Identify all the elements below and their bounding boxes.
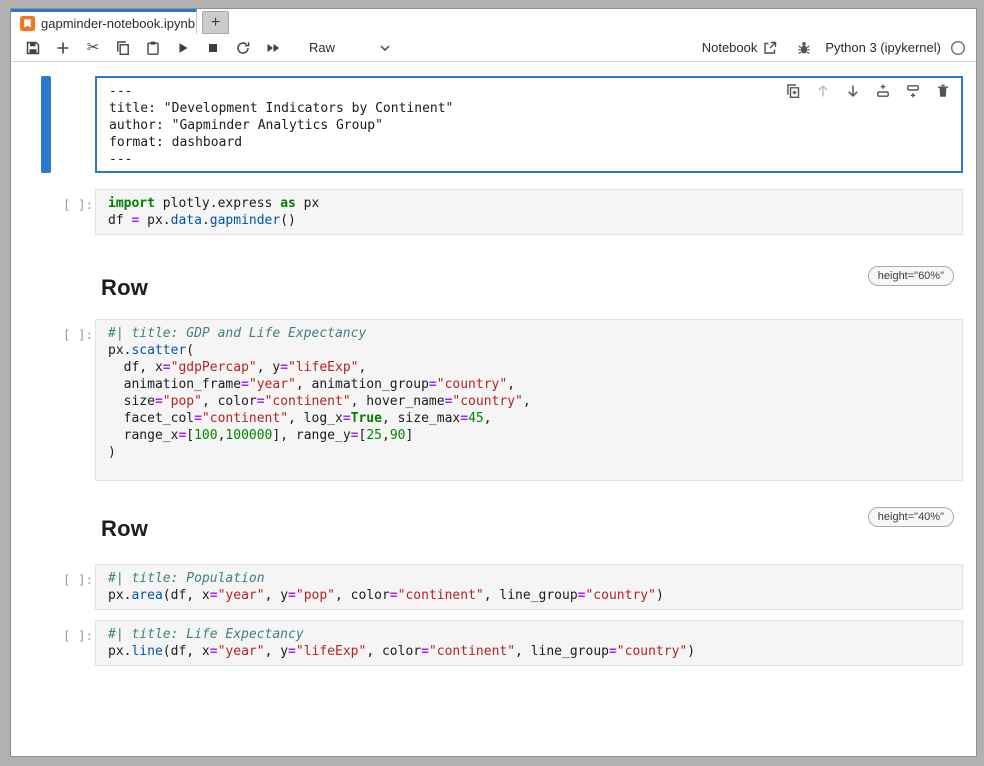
arrow-down-icon bbox=[845, 83, 861, 99]
code-cell-area[interactable]: #| title: Populationpx.area(df, x="year"… bbox=[95, 564, 963, 610]
plus-icon bbox=[55, 40, 71, 56]
copy-cells-button[interactable] bbox=[115, 40, 131, 56]
move-cell-up-button[interactable] bbox=[815, 83, 831, 99]
height-attribute-badge: height="60%" bbox=[868, 266, 954, 286]
insert-cell-below-button[interactable] bbox=[905, 83, 921, 99]
trash-icon bbox=[935, 83, 951, 99]
fast-forward-icon bbox=[265, 40, 281, 56]
restart-kernel-button[interactable] bbox=[235, 40, 251, 56]
cell-prompt: [ ]: bbox=[63, 571, 97, 588]
jupyterlab-window: gapminder-notebook.ipynb × + ✂ bbox=[10, 8, 977, 757]
kernel-status-icon[interactable] bbox=[950, 40, 966, 56]
cell-prompt: [ ]: bbox=[63, 196, 97, 213]
play-icon bbox=[175, 40, 191, 56]
code-cell-imports[interactable]: import plotly.express as pxdf = px.data.… bbox=[95, 189, 963, 235]
kernel-name[interactable]: Python 3 (ipykernel) bbox=[825, 40, 941, 55]
cell-type-select[interactable]: Raw bbox=[309, 40, 393, 56]
cut-cells-button[interactable]: ✂ bbox=[85, 40, 101, 56]
code-cell-scatter[interactable]: #| title: GDP and Life Expectancypx.scat… bbox=[95, 319, 963, 481]
markdown-cell-row2[interactable]: Row height="40%" bbox=[101, 507, 954, 553]
insert-below-icon bbox=[905, 83, 921, 99]
cell-toolbar bbox=[785, 83, 951, 99]
copy-icon bbox=[115, 40, 131, 56]
move-cell-down-button[interactable] bbox=[845, 83, 861, 99]
external-link-icon[interactable] bbox=[762, 40, 778, 56]
markdown-cell-row1[interactable]: Row height="60%" bbox=[101, 266, 954, 312]
debugger-bug-icon[interactable] bbox=[796, 40, 812, 56]
stop-icon bbox=[205, 40, 221, 56]
save-icon bbox=[25, 40, 41, 56]
row-heading: Row bbox=[101, 516, 148, 542]
delete-cell-button[interactable] bbox=[935, 83, 951, 99]
notebook-panel-label: Notebook bbox=[702, 40, 758, 55]
tab-title: gapminder-notebook.ipynb bbox=[41, 16, 195, 31]
active-cell-collapser[interactable] bbox=[41, 76, 51, 173]
cell-prompt: [ ]: bbox=[63, 627, 97, 644]
insert-cell-button[interactable] bbox=[55, 40, 71, 56]
save-button[interactable] bbox=[25, 40, 41, 56]
cell-prompt: [ ]: bbox=[63, 326, 97, 343]
insert-cell-above-button[interactable] bbox=[875, 83, 891, 99]
new-tab-button[interactable]: + bbox=[202, 11, 229, 34]
cell-type-value: Raw bbox=[309, 40, 335, 55]
duplicate-icon bbox=[785, 83, 801, 99]
row-heading: Row bbox=[101, 275, 148, 301]
paste-cells-button[interactable] bbox=[145, 40, 161, 56]
restart-run-all-button[interactable] bbox=[265, 40, 281, 56]
restart-icon bbox=[235, 40, 251, 56]
arrow-up-icon bbox=[815, 83, 831, 99]
insert-above-icon bbox=[875, 83, 891, 99]
notebook-toolbar: ✂ Raw Notebook bbox=[11, 34, 976, 62]
code-cell-line[interactable]: #| title: Life Expectancypx.line(df, x="… bbox=[95, 620, 963, 666]
run-cell-button[interactable] bbox=[175, 40, 191, 56]
height-attribute-badge: height="40%" bbox=[868, 507, 954, 527]
interrupt-kernel-button[interactable] bbox=[205, 40, 221, 56]
chevron-down-icon bbox=[377, 40, 393, 56]
duplicate-cell-button[interactable] bbox=[785, 83, 801, 99]
notebook-file-icon bbox=[20, 16, 35, 31]
tab-notebook-file[interactable]: gapminder-notebook.ipynb × bbox=[11, 9, 197, 34]
clipboard-icon bbox=[145, 40, 161, 56]
scissors-icon: ✂ bbox=[87, 40, 100, 55]
